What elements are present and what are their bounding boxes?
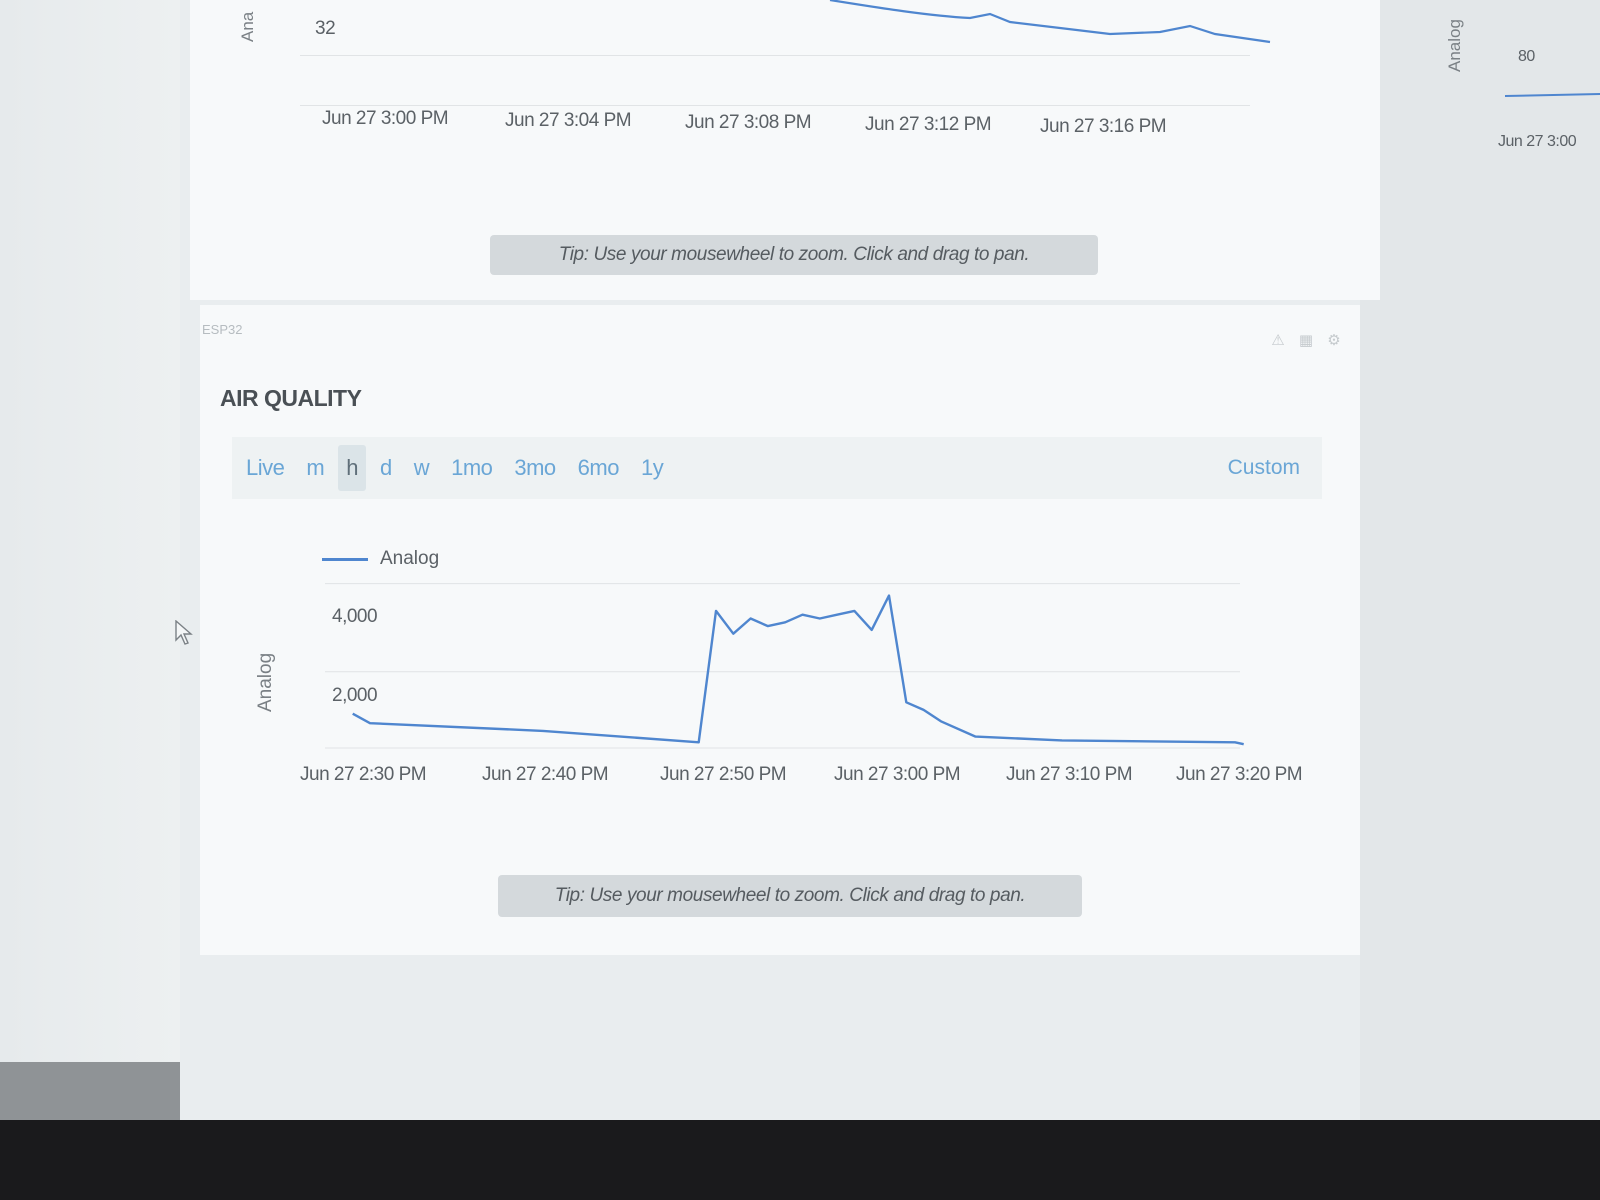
- mouse-cursor-icon: [175, 620, 193, 645]
- air-x-tick: Jun 27 2:40 PM: [482, 764, 609, 785]
- air-tip-banner: Tip: Use your mousewheel to zoom. Click …: [498, 875, 1082, 917]
- air-x-tick: Jun 27 3:00 PM: [834, 764, 961, 785]
- air-x-tick: Jun 27 2:50 PM: [660, 764, 787, 785]
- right-series-line: [1504, 93, 1600, 97]
- top-series-line: [829, 0, 1271, 44]
- series-line-analog: [352, 594, 1244, 746]
- air-x-tick: Jun 27 3:20 PM: [1176, 764, 1303, 785]
- air-x-tick: Jun 27 3:10 PM: [1006, 764, 1133, 785]
- air-x-tick: Jun 27 2:30 PM: [300, 764, 427, 785]
- air-quality-chart[interactable]: [0, 0, 1600, 1200]
- monitor-bezel: [0, 1120, 1600, 1200]
